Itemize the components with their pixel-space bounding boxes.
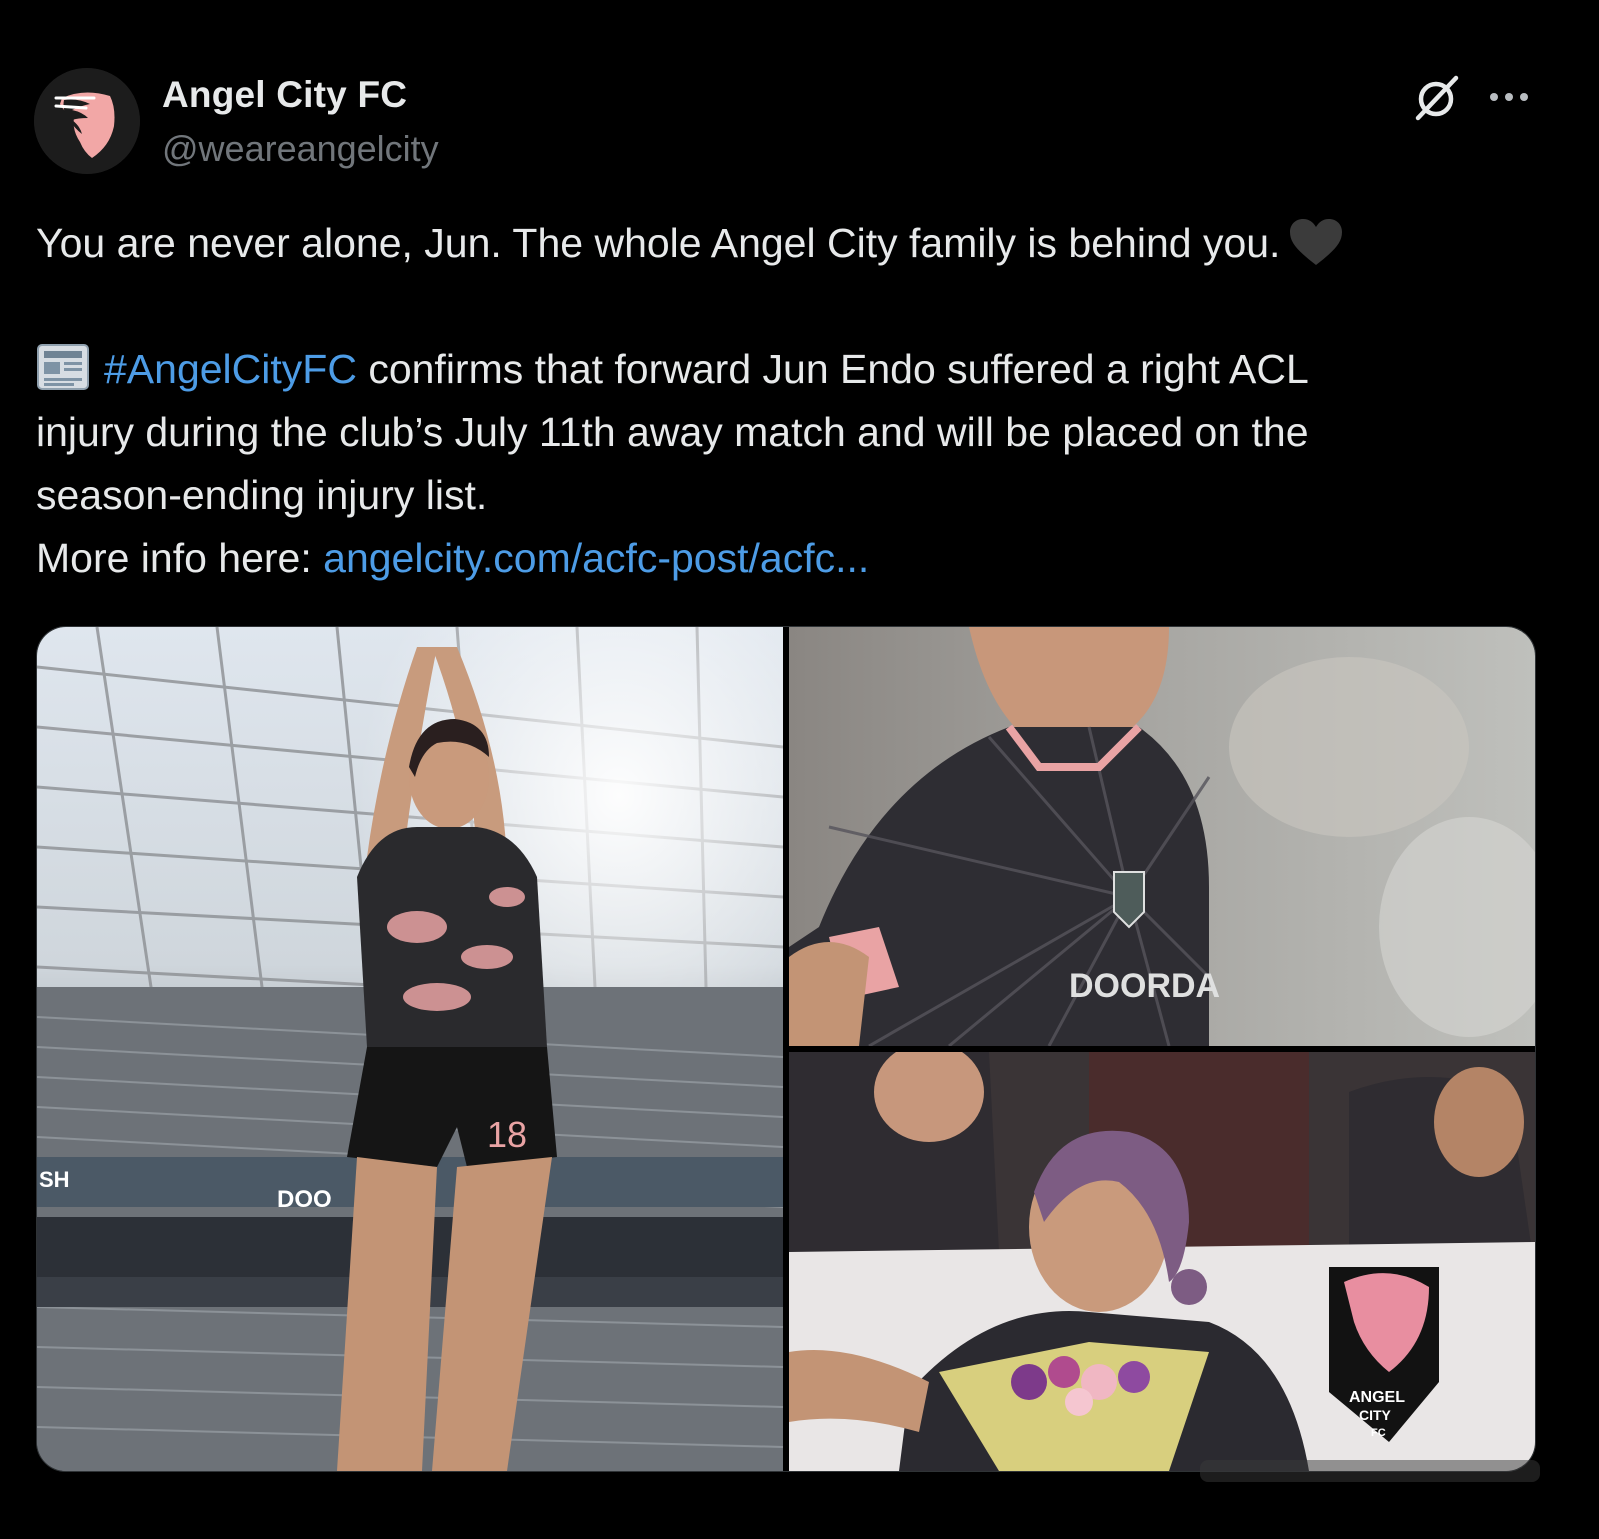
tweet-line-1: You are never alone, Jun. The whole Ange…	[36, 212, 1536, 275]
sponsor-text-1: DOO	[277, 1186, 332, 1213]
tweet-line-1-text: You are never alone, Jun. The whole Ange…	[36, 220, 1281, 266]
flag-text-1: ANGEL	[1349, 1389, 1405, 1406]
tweet-line-2-text: confirms that forward Jun Endo suffered …	[356, 346, 1309, 392]
sponsor-text-2: DOORDA	[1069, 967, 1220, 1005]
tweet-line-3: injury during the club’s July 11th away …	[36, 409, 1309, 455]
watermark	[1180, 1450, 1560, 1490]
display-name[interactable]: Angel City FC	[162, 74, 407, 116]
user-handle[interactable]: @weareangelcity	[162, 128, 439, 170]
grok-icon[interactable]	[1410, 72, 1462, 124]
angel-city-logo-icon	[34, 68, 140, 174]
tweet-line-5: More info here: angelcity.com/acfc-post/…	[36, 527, 1536, 590]
hashtag-link[interactable]: #AngelCityFC	[104, 346, 357, 392]
media-grid: SH DOO 18 DOORDA ANGEL CITY FC	[36, 626, 1536, 1472]
photo-player-clapping[interactable]: SH DOO 18	[37, 627, 783, 1471]
tweet-text: You are never alone, Jun. The whole Ange…	[36, 212, 1536, 590]
article-link[interactable]: angelcity.com/acfc-post/acfc...	[323, 535, 869, 581]
flag-text-2: CITY	[1359, 1407, 1392, 1423]
newspaper-icon	[36, 341, 90, 393]
photo-player-flowers[interactable]: ANGEL CITY FC	[789, 1052, 1535, 1471]
flag-text-3: FC	[1371, 1427, 1386, 1439]
banner-text: SH	[39, 1167, 70, 1192]
jersey-number: 18	[487, 1114, 527, 1155]
avatar[interactable]	[34, 68, 140, 174]
photo-player-jersey-closeup[interactable]: DOORDA	[789, 627, 1535, 1046]
more-options-icon[interactable]	[1486, 80, 1532, 114]
more-info-label: More info here:	[36, 535, 324, 581]
tweet-card: Angel City FC @weareangelcity You are ne…	[0, 0, 1599, 1539]
tweet-line-2: #AngelCityFC confirms that forward Jun E…	[36, 338, 1536, 401]
tweet-line-4: season-ending injury list.	[36, 472, 488, 518]
black-heart-icon	[1288, 217, 1344, 267]
